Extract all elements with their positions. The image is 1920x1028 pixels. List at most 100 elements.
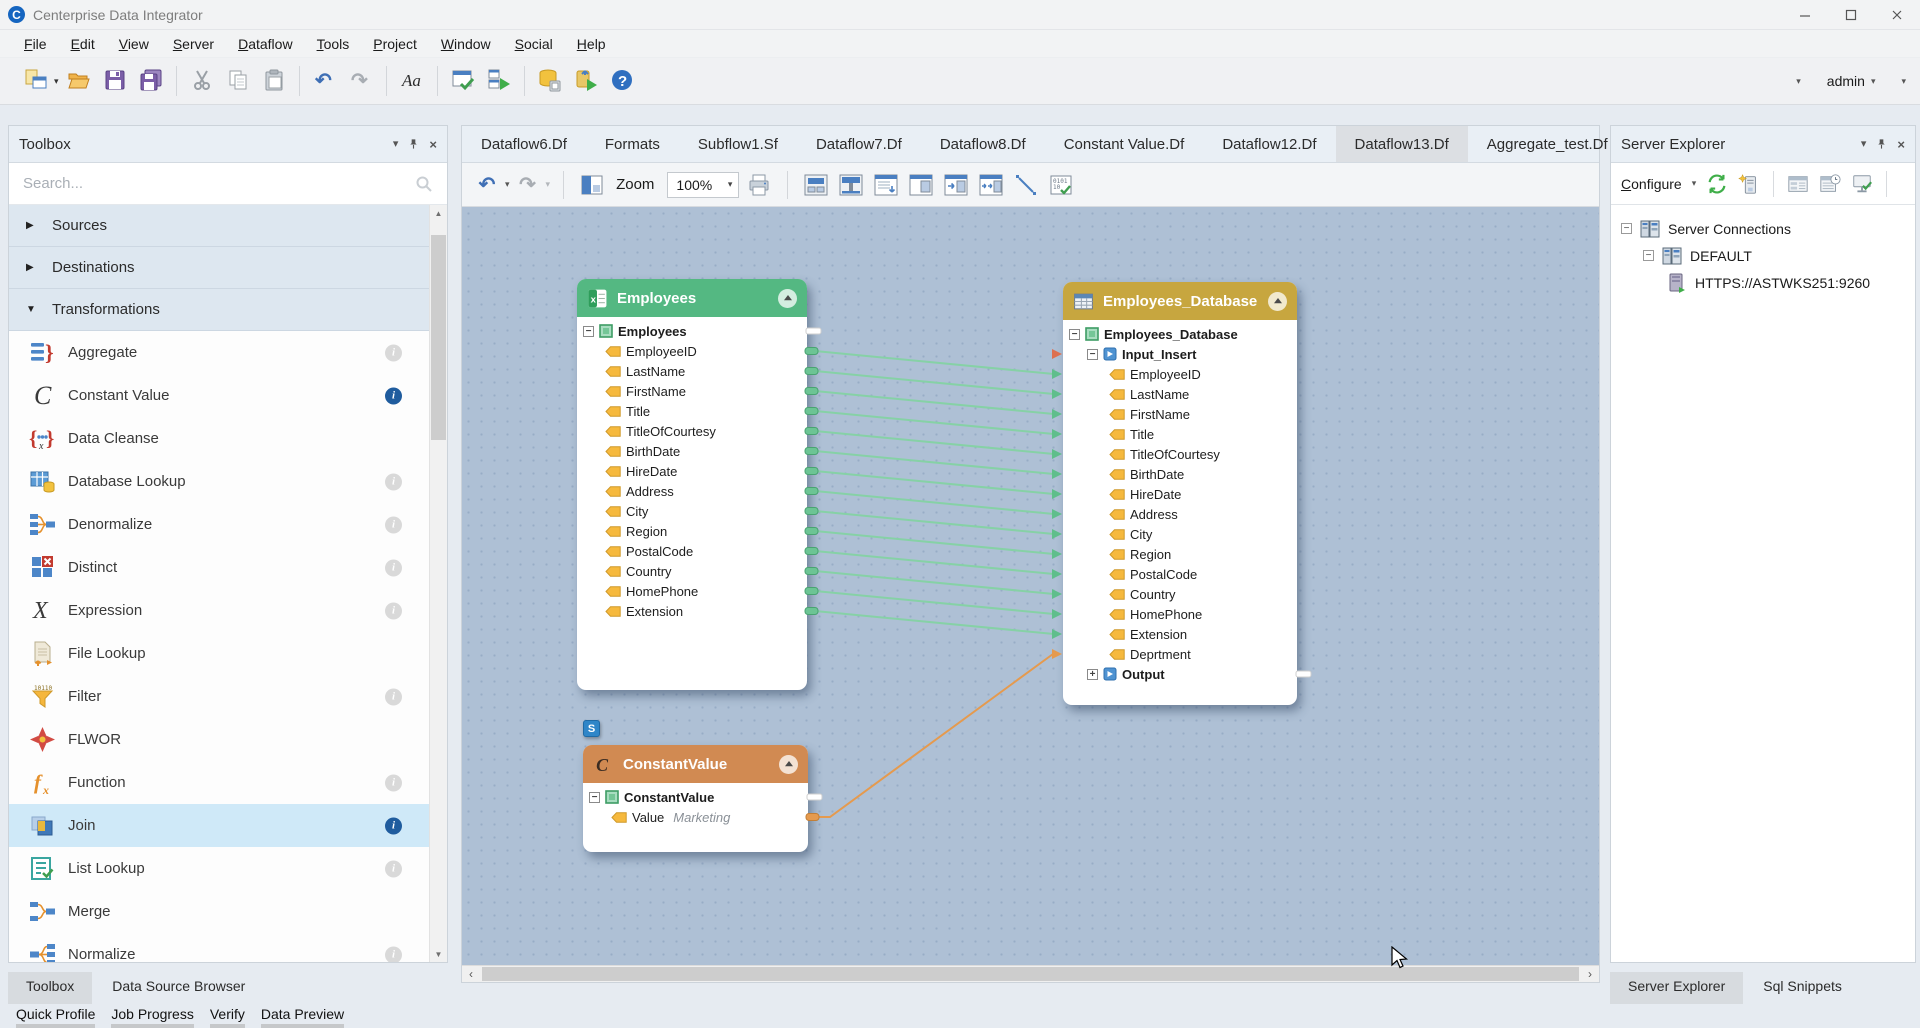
expand-pane-button[interactable]: [906, 169, 936, 201]
dataflow-canvas[interactable]: xEmployees−EmployeesEmployeeIDLastNameFi…: [462, 207, 1599, 965]
status-verify[interactable]: Verify: [210, 1006, 245, 1028]
refresh-button[interactable]: [1706, 173, 1728, 195]
collapse-node-icon[interactable]: −: [589, 792, 600, 803]
redo-dropdown-icon[interactable]: ▾: [546, 179, 551, 190]
employees-database-row-region[interactable]: Region: [1063, 544, 1297, 564]
close-icon[interactable]: ×: [429, 138, 437, 151]
run-dataflow-button[interactable]: [483, 64, 515, 98]
tree-node-server-connections[interactable]: −Server Connections: [1611, 215, 1915, 242]
employees-database-row-firstname[interactable]: FirstName: [1063, 404, 1297, 424]
employees-database-row-city[interactable]: City: [1063, 524, 1297, 544]
maximize-button[interactable]: [1828, 0, 1874, 29]
employees-database-row-input-insert[interactable]: −Input_Insert: [1063, 344, 1297, 364]
save-all-button[interactable]: [135, 64, 167, 98]
constant-value-row-constantvalue[interactable]: −ConstantValue: [583, 787, 808, 807]
verify-dataflow-button[interactable]: [447, 64, 479, 98]
info-icon[interactable]: i: [385, 387, 402, 404]
tab-dataflow13-df[interactable]: Dataflow13.Df: [1336, 126, 1468, 162]
employees-database-row-hiredate[interactable]: HireDate: [1063, 484, 1297, 504]
align-objects-button[interactable]: [871, 169, 901, 201]
status-data-preview[interactable]: Data Preview: [261, 1006, 344, 1028]
employees-row-region[interactable]: Region: [577, 521, 807, 541]
splitter-right[interactable]: [1600, 125, 1610, 963]
employees-database-row-titleofcourtesy[interactable]: TitleOfCourtesy: [1063, 444, 1297, 464]
copy-button[interactable]: [222, 64, 254, 98]
tab-aggregate-test-df[interactable]: Aggregate_test.Df: [1468, 126, 1627, 162]
server-verify-button[interactable]: [1851, 173, 1873, 195]
menu-edit[interactable]: Edit: [59, 32, 107, 56]
employees-database-row-address[interactable]: Address: [1063, 504, 1297, 524]
tab-dataflow8-df[interactable]: Dataflow8.Df: [921, 126, 1045, 162]
employees-row-firstname[interactable]: FirstName: [577, 381, 807, 401]
toolbox-item-distinct[interactable]: Distincti: [9, 546, 447, 589]
info-icon[interactable]: i: [385, 774, 402, 791]
employees-row-lastname[interactable]: LastName: [577, 361, 807, 381]
help-button[interactable]: ?: [606, 64, 638, 98]
info-icon[interactable]: i: [385, 817, 402, 834]
dock-tab-toolbox[interactable]: Toolbox: [8, 972, 92, 1004]
close-button[interactable]: [1874, 0, 1920, 29]
menu-social[interactable]: Social: [503, 32, 565, 56]
collapse-node-icon[interactable]: −: [1621, 223, 1632, 234]
toolbox-item-expression[interactable]: XExpressioni: [9, 589, 447, 632]
splitter-left[interactable]: [448, 125, 460, 963]
fit-to-window-button[interactable]: [577, 169, 607, 201]
undo-button[interactable]: ↶: [474, 169, 500, 201]
info-icon[interactable]: i: [385, 516, 402, 533]
employees-database-row-extension[interactable]: Extension: [1063, 624, 1297, 644]
employees-row-employees[interactable]: −Employees: [577, 321, 807, 341]
employees-database-row-output[interactable]: +Output: [1063, 664, 1297, 684]
redo-button[interactable]: ↷: [345, 64, 377, 98]
menu-dataflow[interactable]: Dataflow: [226, 32, 304, 56]
chevron-down-icon[interactable]: ▾: [54, 76, 59, 87]
toolbox-item-aggregate[interactable]: }Aggregatei: [9, 331, 447, 374]
minimize-button[interactable]: [1782, 0, 1828, 29]
menu-file[interactable]: File: [12, 32, 59, 56]
close-icon[interactable]: ×: [1897, 138, 1905, 151]
info-icon[interactable]: i: [385, 688, 402, 705]
tab-dataflow6-df[interactable]: Dataflow6.Df: [462, 126, 586, 162]
employees-row-country[interactable]: Country: [577, 561, 807, 581]
dock-tab-server-explorer[interactable]: Server Explorer: [1610, 972, 1743, 1004]
employees-row-hiredate[interactable]: HireDate: [577, 461, 807, 481]
collapse-pane-button[interactable]: [941, 169, 971, 201]
collapse-box-button[interactable]: [1268, 292, 1287, 311]
chevron-down-icon[interactable]: ▾: [393, 139, 399, 150]
employees-row-extension[interactable]: Extension: [577, 601, 807, 621]
tree-node-https-astwks251-9260[interactable]: HTTPS://ASTWKS251:9260: [1611, 269, 1915, 296]
toolbox-item-join[interactable]: Joini: [9, 804, 447, 847]
toolbar-options-icon[interactable]: ▾: [1901, 76, 1906, 87]
employees-database-row-postalcode[interactable]: PostalCode: [1063, 564, 1297, 584]
employees-database-row-employees-database[interactable]: −Employees_Database: [1063, 324, 1297, 344]
menu-window[interactable]: Window: [429, 32, 503, 56]
canvas-horizontal-scrollbar[interactable]: ‹ ›: [462, 965, 1599, 982]
toolbox-item-list-lookup[interactable]: List Lookupi: [9, 847, 447, 890]
user-menu[interactable]: admin▾: [1827, 73, 1876, 89]
tab-formats[interactable]: Formats: [586, 126, 679, 162]
employees-row-homephone[interactable]: HomePhone: [577, 581, 807, 601]
employees-database-row-title[interactable]: Title: [1063, 424, 1297, 444]
info-icon[interactable]: i: [385, 602, 402, 619]
print-button[interactable]: [744, 169, 774, 201]
employees-row-postalcode[interactable]: PostalCode: [577, 541, 807, 561]
chevron-down-icon[interactable]: ▾: [1861, 139, 1867, 150]
toolbox-item-function[interactable]: fxFunctioni: [9, 761, 447, 804]
pin-icon[interactable]: [1876, 138, 1887, 150]
configure-button[interactable]: Configure: [1621, 176, 1682, 192]
expand-node-icon[interactable]: +: [1087, 669, 1098, 680]
run-database-button[interactable]: [570, 64, 602, 98]
undo-dropdown-icon[interactable]: ▾: [505, 179, 510, 190]
dock-tab-sql-snippets[interactable]: Sql Snippets: [1745, 972, 1860, 1004]
toolbox-item-merge[interactable]: Merge: [9, 890, 447, 933]
tab-dataflow12-df[interactable]: Dataflow12.Df: [1203, 126, 1335, 162]
scroll-left-icon[interactable]: ‹: [462, 966, 480, 982]
save-button[interactable]: [99, 64, 131, 98]
employees-database-row-country[interactable]: Country: [1063, 584, 1297, 604]
paste-button[interactable]: [258, 64, 290, 98]
tree-node-default[interactable]: −DEFAULT: [1611, 242, 1915, 269]
status-job-progress[interactable]: Job Progress: [111, 1006, 193, 1028]
pin-icon[interactable]: [408, 138, 419, 150]
straight-link-button[interactable]: [1011, 169, 1041, 201]
tab-subflow1-sf[interactable]: Subflow1.Sf: [679, 126, 797, 162]
tab-dataflow7-df[interactable]: Dataflow7.Df: [797, 126, 921, 162]
